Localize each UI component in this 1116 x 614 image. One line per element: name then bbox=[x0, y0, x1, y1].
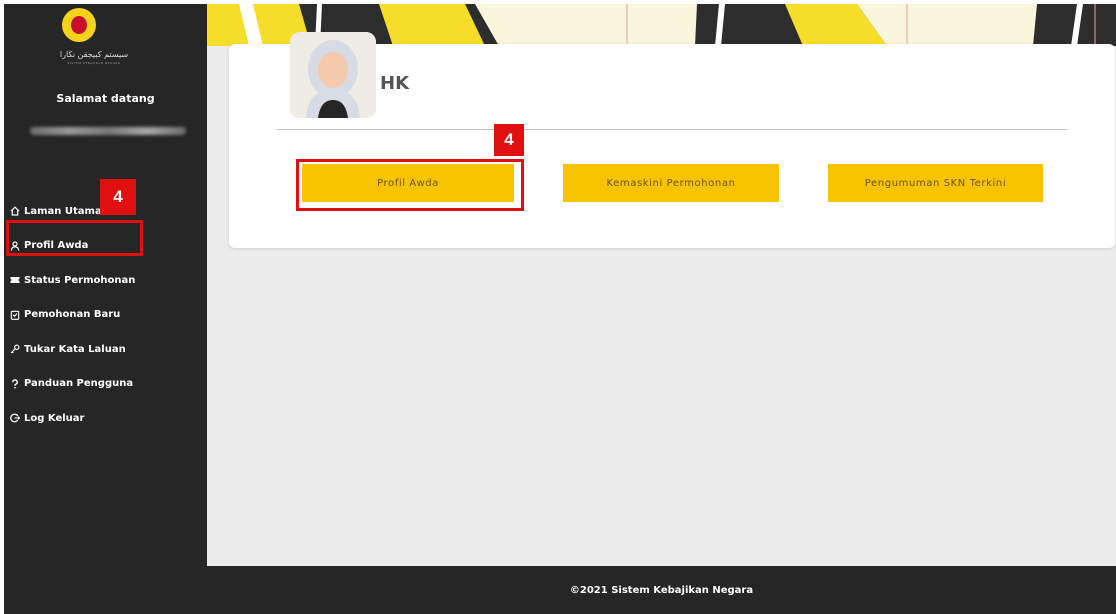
kemaskini-permohonan-button[interactable]: Kemaskini Permohonan bbox=[563, 164, 779, 202]
annotation-highlight-button bbox=[296, 159, 524, 211]
user-name: HK bbox=[380, 73, 410, 94]
annotation-badge-button: 4 bbox=[494, 124, 524, 156]
clipboard-icon bbox=[10, 310, 20, 320]
sidebar-item-pemohonan-baru[interactable]: Pemohonan Baru bbox=[10, 298, 200, 333]
footer-copyright: ©2021 Sistem Kebajikan Negara bbox=[569, 584, 754, 596]
profile-card: HK Profil Awda Kemaskini Permohonan Peng… bbox=[229, 32, 1115, 248]
logout-icon bbox=[10, 413, 20, 423]
annotation-badge-sidebar: 4 bbox=[100, 179, 136, 215]
divider bbox=[277, 129, 1067, 130]
sidebar-item-label: Laman Utama bbox=[24, 205, 102, 217]
home-icon bbox=[10, 206, 20, 216]
ticket-icon bbox=[10, 275, 20, 285]
sidebar-item-label: Log Keluar bbox=[24, 412, 85, 424]
key-icon bbox=[10, 344, 20, 354]
footer: ©2021 Sistem Kebajikan Negara bbox=[207, 566, 1116, 614]
logo-subtitle: SISTEM KEBAJIKAN NEGARA bbox=[67, 61, 121, 65]
sidebar-item-label: Pemohonan Baru bbox=[24, 309, 121, 321]
logo-text: سيستم كبيجقن نڬارا bbox=[59, 50, 129, 59]
sidebar-item-panduan-pengguna[interactable]: Panduan Pengguna bbox=[10, 367, 200, 402]
sidebar-item-label: Tukar Kata Laluan bbox=[24, 343, 126, 355]
logo-icon bbox=[62, 8, 96, 42]
avatar-hijab-icon bbox=[290, 32, 376, 118]
sidebar-item-log-keluar[interactable]: Log Keluar bbox=[10, 401, 200, 436]
main-content: HK Profil Awda Kemaskini Permohonan Peng… bbox=[207, 4, 1116, 566]
annotation-highlight-sidebar bbox=[6, 220, 143, 256]
help-icon bbox=[10, 379, 20, 389]
welcome-text: Salamat datang bbox=[56, 92, 155, 105]
app-window: سيستم كبيجقن نڬارا SISTEM KEBAJIKAN NEGA… bbox=[4, 4, 1116, 614]
sidebar-item-label: Status Permohonan bbox=[24, 274, 136, 286]
sidebar-item-tukar-kata-laluan[interactable]: Tukar Kata Laluan bbox=[10, 332, 200, 367]
sidebar: سيستم كبيجقن نڬارا SISTEM KEBAJIKAN NEGA… bbox=[4, 4, 207, 614]
sidebar-item-status-permohonan[interactable]: Status Permohonan bbox=[10, 263, 200, 298]
blurred-username bbox=[30, 127, 186, 135]
pengumuman-skn-button[interactable]: Pengumuman SKN Terkini bbox=[828, 164, 1043, 202]
sidebar-item-label: Panduan Pengguna bbox=[24, 378, 134, 390]
